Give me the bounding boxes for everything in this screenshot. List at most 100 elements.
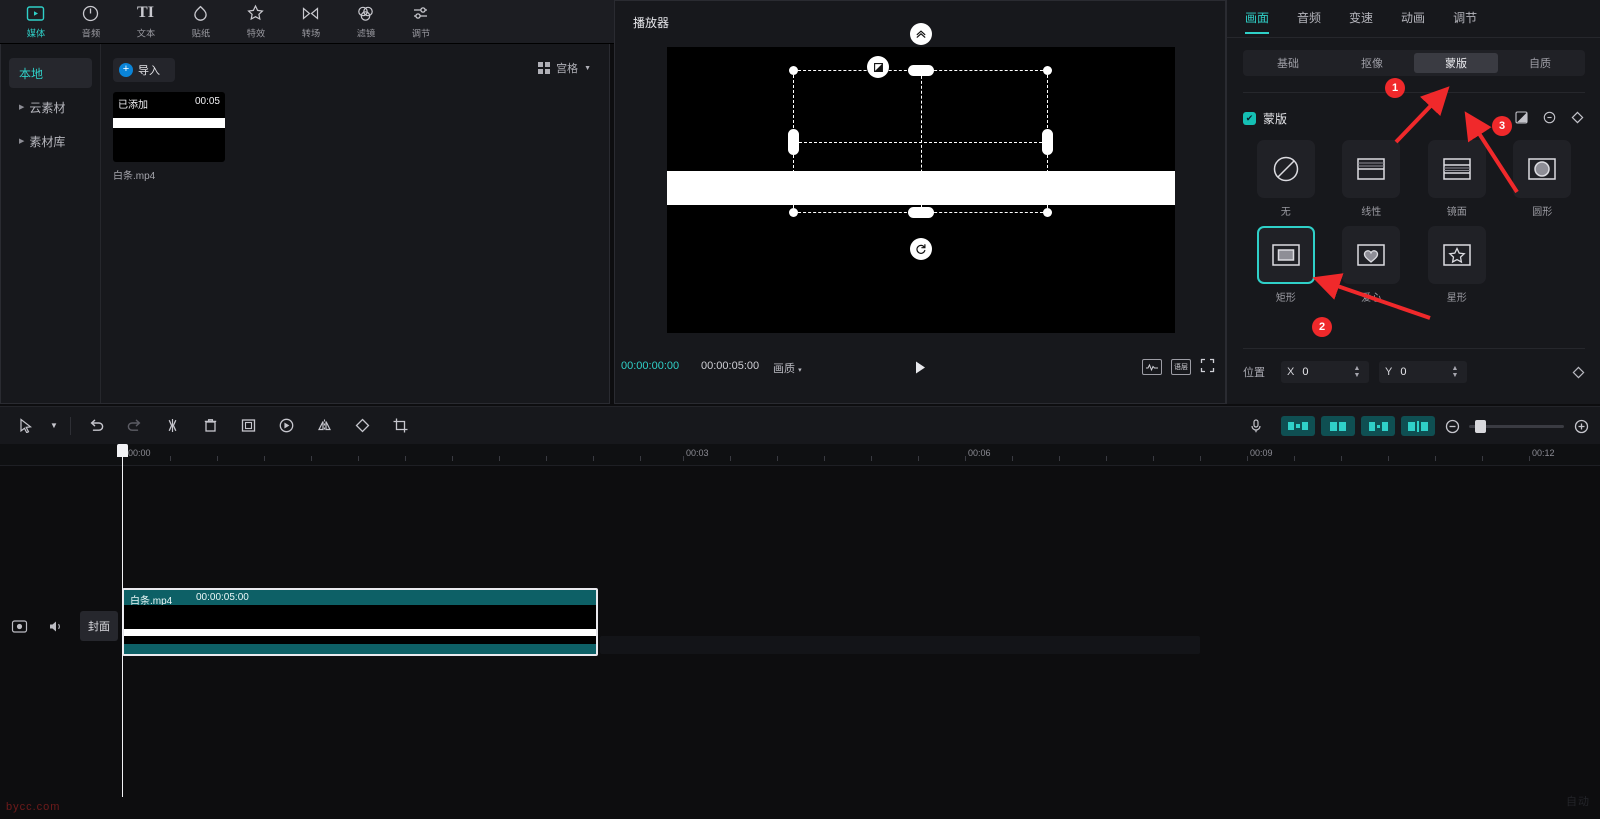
mask-shape-none[interactable]: 无 <box>1250 140 1322 218</box>
invert-mask-icon[interactable] <box>1514 110 1528 124</box>
player-controls: 00:00:00:00 00:00:05:00 画质 ▾ 语层 <box>615 355 1225 381</box>
delete-icon[interactable] <box>191 411 229 441</box>
track-magnet-icon[interactable] <box>1321 416 1355 436</box>
rotate-icon[interactable] <box>909 238 932 260</box>
zoom-out-icon[interactable] <box>1441 411 1463 441</box>
ruler-tick <box>1106 456 1107 461</box>
position-y-field[interactable]: Y 0 ▲ ▼ <box>1379 361 1467 383</box>
playhead-knob[interactable] <box>117 444 128 457</box>
ruler-tick <box>965 456 966 461</box>
toolbar-tab-transition[interactable]: 转场 <box>283 0 338 44</box>
toolbar-tab-filter[interactable]: 滤镜 <box>338 0 393 44</box>
quality-selector[interactable]: 画质 ▾ <box>773 360 802 376</box>
resolution-icon[interactable]: 语层 <box>1171 359 1191 375</box>
ruler-tick <box>1012 456 1013 461</box>
redo-icon[interactable] <box>115 411 153 441</box>
mirror-icon[interactable] <box>305 411 343 441</box>
tab-picture[interactable]: 画面 <box>1245 9 1270 34</box>
mask-handle-top[interactable] <box>907 65 934 76</box>
tab-animation[interactable]: 动画 <box>1401 9 1425 28</box>
mask-shape-heart[interactable]: 爱心 <box>1335 226 1407 304</box>
zoom-in-icon[interactable] <box>1570 411 1592 441</box>
tab-adjust[interactable]: 调节 <box>1453 9 1477 28</box>
add-track-icon[interactable] <box>8 616 30 636</box>
cover-button[interactable]: 封面 <box>80 611 118 641</box>
chevron-down-icon[interactable]: ▼ <box>44 411 64 441</box>
mask-tools <box>1514 110 1584 124</box>
zoom-slider-knob[interactable] <box>1475 419 1486 433</box>
mask-shape-rectangle[interactable]: 矩形 <box>1250 226 1322 304</box>
tab-speed[interactable]: 变速 <box>1349 9 1373 28</box>
fullscreen-icon[interactable] <box>1200 358 1215 376</box>
mask-enable-checkbox[interactable]: ✔ <box>1243 112 1256 125</box>
position-x-stepper[interactable]: ▲ ▼ <box>1351 361 1363 383</box>
keyframe-icon[interactable] <box>1571 365 1585 379</box>
position-x-field[interactable]: X 0 ▲ ▼ <box>1281 361 1369 383</box>
sidebar-item-local[interactable]: 本地 <box>9 58 92 88</box>
crop-icon[interactable] <box>381 411 419 441</box>
quality-selector-label: 画质 <box>773 363 795 375</box>
subtab-quality[interactable]: 自质 <box>1498 53 1582 73</box>
microphone-icon[interactable] <box>1237 411 1275 441</box>
timeline-ruler[interactable]: 00:00 00:03 00:06 00:09 00:12 <box>0 444 1600 466</box>
position-y-stepper[interactable]: ▲ ▼ <box>1449 361 1461 383</box>
mask-shape-mirror[interactable]: 镜面 <box>1421 140 1493 218</box>
mask-shape-grid: 无 线性 镜面 圆形 矩形 爱心 星形 <box>1243 140 1585 304</box>
mask-shape-circle[interactable]: 圆形 <box>1506 140 1578 218</box>
sidebar-item-cloud[interactable]: ▶ 云素材 <box>9 92 92 122</box>
import-button[interactable]: + 导入 <box>113 58 175 82</box>
invert-mask-icon[interactable] <box>867 56 889 78</box>
preview-stage[interactable] <box>667 23 1175 333</box>
mask-handle-bottom-left[interactable] <box>789 208 798 217</box>
media-filename: 白条.mp4 <box>113 171 156 182</box>
clip-header <box>124 590 596 605</box>
tab-audio[interactable]: 音频 <box>1297 9 1321 28</box>
cursor-tool-icon[interactable] <box>6 411 44 441</box>
mask-handle-bottom[interactable] <box>907 207 934 218</box>
waveform-icon[interactable] <box>1142 359 1162 375</box>
mask-handle-right[interactable] <box>1042 128 1053 155</box>
feather-icon[interactable] <box>909 23 932 45</box>
split-icon[interactable] <box>153 411 191 441</box>
mask-shape-linear-label: 线性 <box>1361 207 1382 218</box>
subtab-chromakey[interactable]: 抠像 <box>1330 53 1414 73</box>
mask-shape-linear[interactable]: 线性 <box>1335 140 1407 218</box>
undo-icon[interactable] <box>77 411 115 441</box>
mask-selection-box[interactable] <box>788 23 1053 260</box>
media-card[interactable]: 已添加 00:05 白条.mp4 <box>113 92 225 182</box>
view-mode-selector[interactable]: 宫格 ▼ <box>538 60 591 76</box>
toolbar-tab-adjust[interactable]: 调节 <box>393 0 448 44</box>
mask-handle-left[interactable] <box>788 128 799 155</box>
reset-mask-icon[interactable] <box>1542 110 1556 124</box>
playhead[interactable] <box>117 444 128 797</box>
subtab-mask[interactable]: 蒙版 <box>1414 53 1498 73</box>
toolbar-tab-text[interactable]: TI 文本 <box>118 0 173 44</box>
track-link-icon[interactable] <box>1361 416 1395 436</box>
sidebar-item-library[interactable]: ▶ 素材库 <box>9 126 92 156</box>
toolbar-tab-media[interactable]: 媒体 <box>8 0 63 44</box>
mask-shape-star[interactable]: 星形 <box>1421 226 1493 304</box>
mask-handle-bottom-right[interactable] <box>1043 208 1052 217</box>
mask-handle-top-left[interactable] <box>789 66 798 75</box>
media-thumbnail[interactable]: 已添加 00:05 <box>113 92 225 162</box>
keyframe-icon[interactable] <box>1570 110 1584 124</box>
mask-handle-top-right[interactable] <box>1043 66 1052 75</box>
mute-icon[interactable] <box>44 616 66 636</box>
timeline-clip[interactable]: 白条.mp4 00:00:05:00 <box>122 588 598 656</box>
subtab-basic[interactable]: 基础 <box>1246 53 1330 73</box>
toolbar-tab-effects-label: 特效 <box>246 29 265 40</box>
circle-mask-icon <box>1513 140 1572 198</box>
track-auto-icon[interactable] <box>1281 416 1315 436</box>
ruler-tick <box>1482 456 1483 461</box>
thumbnail-content <box>113 118 225 128</box>
toolbar-tab-media-label: 媒体 <box>26 29 45 40</box>
toolbar-tab-effects[interactable]: 特效 <box>228 0 283 44</box>
speed-icon[interactable] <box>267 411 305 441</box>
zoom-slider[interactable] <box>1469 419 1564 433</box>
rotate-clip-icon[interactable] <box>343 411 381 441</box>
toolbar-tab-audio[interactable]: 音频 <box>63 0 118 44</box>
toolbar-tab-sticker[interactable]: 贴纸 <box>173 0 228 44</box>
play-button[interactable] <box>911 357 929 377</box>
track-preview-icon[interactable] <box>1401 416 1435 436</box>
crop-frame-icon[interactable] <box>229 411 267 441</box>
